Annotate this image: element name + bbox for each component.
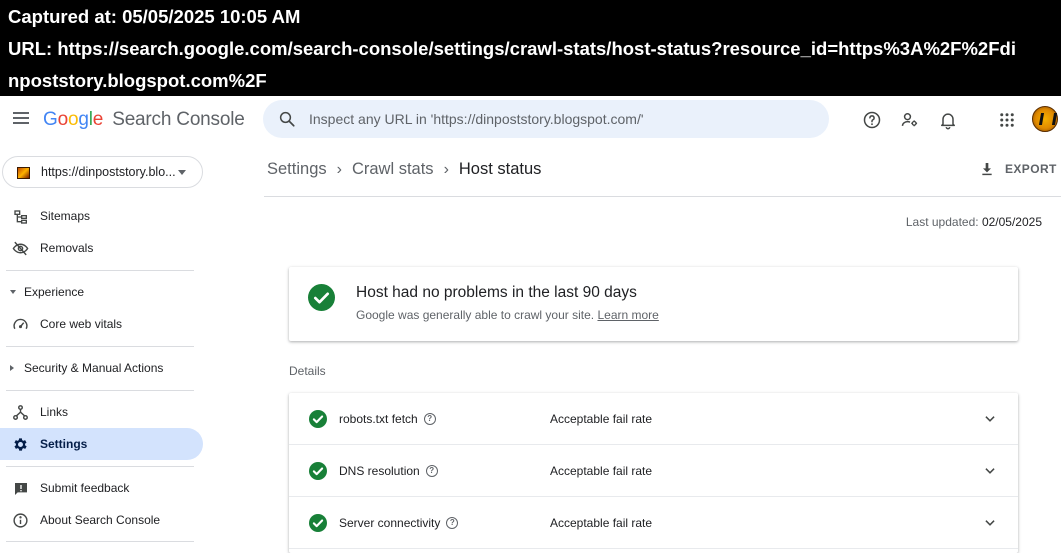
sidebar-item-submit-feedback[interactable]: Submit feedback — [0, 472, 203, 504]
detail-row-dns[interactable]: DNS resolution? Acceptable fail rate — [289, 445, 1018, 497]
sidebar-divider — [6, 541, 194, 542]
breadcrumb-settings[interactable]: Settings — [267, 160, 327, 179]
chevron-down-icon[interactable] — [983, 464, 997, 478]
notifications-icon[interactable] — [936, 108, 960, 132]
detail-name-text: Server connectivity — [339, 516, 441, 530]
sidebar-item-core-web-vitals[interactable]: Core web vitals — [0, 308, 203, 340]
sidebar-divider — [6, 270, 194, 271]
detail-value: Acceptable fail rate — [550, 464, 653, 478]
search-input[interactable] — [309, 100, 809, 138]
sidebar-section-experience[interactable]: Experience — [0, 276, 203, 308]
detail-value: Acceptable fail rate — [550, 516, 653, 530]
sidebar-item-settings[interactable]: Settings — [0, 428, 203, 460]
account-avatar[interactable] — [1032, 106, 1058, 132]
property-name: https://dinpoststory.blo... — [41, 165, 176, 179]
menu-icon[interactable] — [10, 109, 32, 131]
check-circle-icon — [309, 462, 327, 480]
product-name: Search Console — [112, 109, 245, 130]
breadcrumb: Settings › Crawl stats › Host status — [267, 160, 541, 179]
section-label: Security & Manual Actions — [24, 361, 164, 375]
collapse-triangle-icon — [10, 365, 14, 371]
chevron-right-icon: › — [443, 160, 449, 178]
chevron-down-icon[interactable] — [983, 516, 997, 530]
detail-name: DNS resolution? — [339, 464, 438, 478]
capture-banner: Captured at: 05/05/2025 10:05 AM URL: ht… — [0, 0, 1061, 96]
manage-users-icon[interactable] — [898, 108, 922, 132]
breadcrumb-crawl-stats[interactable]: Crawl stats — [352, 160, 434, 179]
search-icon — [279, 111, 295, 127]
status-subtitle: Google was generally able to crawl your … — [356, 308, 659, 322]
sidebar-item-label: Submit feedback — [40, 481, 130, 495]
property-favicon-icon — [17, 167, 30, 179]
sidebar-item-about[interactable]: About Search Console — [0, 504, 203, 536]
google-logo-text: Google — [43, 109, 104, 130]
info-icon — [12, 512, 29, 529]
sidebar-divider — [6, 390, 194, 391]
details-heading: Details — [289, 364, 326, 378]
property-selector[interactable]: https://dinpoststory.blo... — [2, 156, 203, 188]
top-app-bar: Google Search Console — [0, 96, 1061, 144]
details-card: robots.txt fetch? Acceptable fail rate D… — [289, 393, 1018, 553]
help-icon[interactable]: ? — [425, 465, 438, 477]
sidebar-divider — [6, 346, 194, 347]
learn-more-link[interactable]: Learn more — [597, 308, 658, 322]
url-text-line-1: URL: https://search.google.com/search-co… — [8, 38, 1016, 59]
detail-name: robots.txt fetch? — [339, 412, 436, 426]
status-title: Host had no problems in the last 90 days — [356, 284, 637, 301]
sidebar-item-removals[interactable]: Removals — [0, 232, 203, 264]
visibility-off-icon — [12, 240, 29, 257]
export-label: EXPORT — [1005, 162, 1057, 176]
detail-name-text: robots.txt fetch — [339, 412, 418, 426]
caret-down-icon — [178, 170, 186, 175]
sidebar-item-links[interactable]: Links — [0, 396, 203, 428]
sidebar-item-label: Removals — [40, 241, 94, 255]
sidebar-item-label: Links — [40, 405, 69, 419]
check-circle-icon — [308, 284, 335, 311]
help-icon[interactable] — [860, 108, 884, 132]
detail-name-text: DNS resolution — [339, 464, 420, 478]
header-divider — [264, 196, 1061, 197]
apps-grid-icon[interactable] — [995, 108, 1019, 132]
sidebar-item-label: Core web vitals — [40, 317, 123, 331]
export-button[interactable]: EXPORT — [979, 161, 1057, 177]
expand-triangle-icon — [10, 290, 16, 294]
host-status-card: Host had no problems in the last 90 days… — [289, 267, 1018, 341]
sidebar-item-label: Settings — [40, 437, 88, 451]
feedback-icon — [12, 480, 29, 497]
chevron-right-icon: › — [336, 160, 342, 178]
help-icon[interactable]: ? — [446, 517, 459, 529]
url-text-line-2: npoststory.blogspot.com%2F — [8, 70, 267, 91]
sidebar-divider — [6, 466, 194, 467]
captured-at-text: Captured at: 05/05/2025 10:05 AM — [8, 6, 301, 27]
page-title: Host status — [458, 160, 542, 178]
detail-name: Server connectivity? — [339, 516, 459, 530]
speedometer-icon — [12, 316, 29, 333]
sidebar-item-label: About Search Console — [40, 513, 161, 527]
last-updated: Last updated: 02/05/2025 — [906, 215, 1042, 229]
detail-row-server[interactable]: Server connectivity? Acceptable fail rat… — [289, 497, 1018, 549]
last-updated-value: 02/05/2025 — [981, 215, 1042, 229]
gear-icon — [12, 436, 29, 453]
links-network-icon — [12, 404, 29, 421]
download-icon — [982, 163, 992, 176]
sidebar-item-sitemaps[interactable]: Sitemaps — [0, 200, 203, 232]
check-circle-icon — [309, 514, 327, 532]
sidebar: https://dinpoststory.blo... Sitemaps Rem… — [0, 144, 210, 543]
help-icon[interactable]: ? — [423, 413, 436, 425]
app-logo[interactable]: Google Search Console — [43, 109, 245, 131]
detail-row-robots[interactable]: robots.txt fetch? Acceptable fail rate — [289, 393, 1018, 445]
check-circle-icon — [309, 410, 327, 428]
sidebar-item-label: Sitemaps — [40, 209, 91, 223]
last-updated-label: Last updated: — [905, 215, 979, 229]
sidebar-section-security[interactable]: Security & Manual Actions — [0, 352, 203, 384]
section-label: Experience — [24, 285, 85, 299]
url-inspection-search[interactable] — [263, 100, 829, 138]
sitemap-icon — [12, 208, 29, 225]
chevron-down-icon[interactable] — [983, 412, 997, 426]
status-subtitle-text: Google was generally able to crawl your … — [356, 308, 595, 322]
detail-value: Acceptable fail rate — [550, 412, 653, 426]
